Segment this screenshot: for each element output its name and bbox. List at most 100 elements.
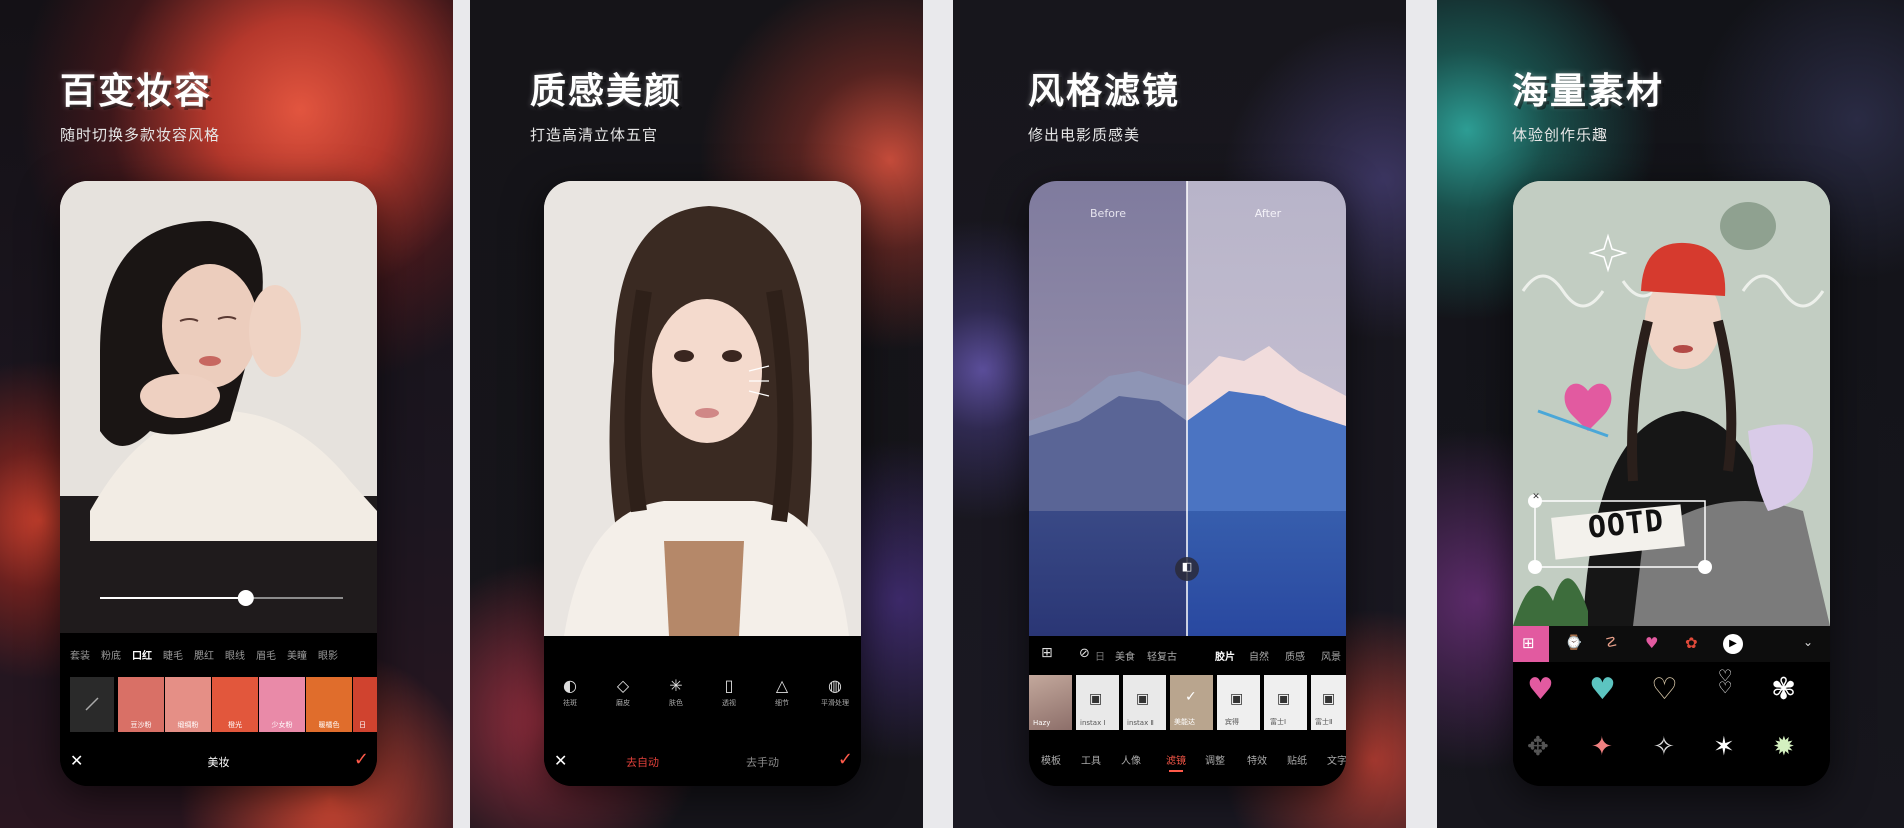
- tool-spot-remove[interactable]: ◐ 祛斑: [544, 676, 596, 708]
- flower-icon[interactable]: ✿: [1685, 634, 1698, 652]
- panel-subtitle: 体验创作乐趣: [1512, 126, 1609, 144]
- panel-title: 质感美颜: [530, 71, 683, 112]
- camera-icon: ▣: [1089, 691, 1103, 707]
- makeup-category-item[interactable]: 眼线: [225, 647, 256, 662]
- tool-skin-tone[interactable]: ✳ 肤色: [650, 676, 702, 708]
- panel-makeup: 百变妆容 随时切换多款妆容风格 套装 粉底 口红 睫毛 腮红 眼线 眉毛 美瞳 …: [0, 0, 453, 828]
- camera-icon: ▣: [1136, 691, 1150, 707]
- beauty-tools-row: ◐ 祛斑 ◇ 磨皮 ✳ 肤色 ▯ 透视 △ 细节 ◍ 平滑处理: [544, 636, 861, 736]
- sparkle-sticker[interactable]: ✶: [1713, 732, 1735, 762]
- makeup-category-item[interactable]: 眼影: [318, 647, 342, 662]
- compare-handle-icon[interactable]: ◧: [1179, 560, 1195, 573]
- ribbon-icon[interactable]: ☡: [1605, 635, 1618, 651]
- outline-heart-sticker[interactable]: ♡: [1651, 672, 1678, 707]
- lipstick-swatch[interactable]: 少女粉: [259, 677, 305, 732]
- pink-star-sticker[interactable]: ✦: [1591, 732, 1613, 762]
- panel-subtitle: 打造高清立体五官: [530, 126, 659, 144]
- filter-thumb-label: instax Ⅰ: [1080, 719, 1106, 727]
- filter-thumb[interactable]: ▣ instax Ⅱ: [1123, 675, 1166, 730]
- filter-thumb-row: Hazy ▣ instax Ⅰ ▣ instax Ⅱ ✓ 美能达 ▣ 宾得 ▣ …: [1029, 673, 1346, 733]
- intensity-slider-knob[interactable]: [237, 590, 254, 606]
- filter-thumb[interactable]: ▣ instax Ⅰ: [1076, 675, 1119, 730]
- filter-category-item[interactable]: 轻复古: [1147, 648, 1177, 663]
- makeup-category-item[interactable]: 粉底: [101, 647, 132, 662]
- outline-star-sticker[interactable]: ✧: [1653, 732, 1675, 762]
- filter-category-item[interactable]: 自然: [1249, 648, 1269, 663]
- tool-label: 平滑处理: [821, 699, 849, 707]
- filter-thumb-label: 宾得: [1225, 718, 1239, 726]
- editor-tab[interactable]: 人像: [1121, 752, 1141, 767]
- confirm-check-icon[interactable]: ✓: [838, 749, 853, 770]
- no-filter-icon[interactable]: ⊘: [1079, 646, 1090, 661]
- phone-screen: 套装 粉底 口红 睫毛 腮红 眼线 眉毛 美瞳 眼影 豆沙粉 缎绸粉 橙光 少女…: [60, 181, 377, 786]
- editor-tab-active[interactable]: 滤镜: [1166, 752, 1186, 767]
- none-swatch[interactable]: [70, 677, 114, 732]
- lipstick-swatch[interactable]: 豆沙粉: [118, 677, 164, 732]
- teal-heart-sticker[interactable]: ♥: [1589, 672, 1616, 707]
- lipstick-swatch[interactable]: 日: [353, 677, 377, 732]
- tool-smoothing[interactable]: ◍ 平滑处理: [809, 676, 861, 708]
- camera-icon: ▣: [1230, 691, 1244, 707]
- filter-thumb[interactable]: ▣ 富士Ⅱ: [1311, 675, 1346, 730]
- tool-detail[interactable]: △ 细节: [756, 676, 808, 708]
- filter-category-item[interactable]: 质感: [1285, 648, 1305, 663]
- filter-category-item[interactable]: 风景: [1321, 648, 1341, 663]
- pixel-heart-icon[interactable]: ♥: [1645, 634, 1658, 652]
- makeup-category-item-active[interactable]: 口红: [132, 647, 163, 662]
- play-icon[interactable]: ▶: [1723, 634, 1743, 654]
- makeup-category-item[interactable]: 眉毛: [256, 647, 287, 662]
- tool-perspective[interactable]: ▯ 透视: [703, 676, 755, 708]
- headline: 海量素材 体验创作乐趣: [1512, 62, 1664, 145]
- confirm-check-icon[interactable]: ✓: [354, 749, 369, 770]
- lipstick-swatch[interactable]: 缎绸粉: [165, 677, 211, 732]
- filter-thumb[interactable]: ▣ 宾得: [1217, 675, 1260, 730]
- makeup-category-item[interactable]: 腮红: [194, 647, 225, 662]
- camera-icon: ▣: [1322, 691, 1336, 707]
- editor-tab[interactable]: 调整: [1205, 752, 1225, 767]
- swatch-label: 日: [359, 721, 366, 729]
- manual-mode-button[interactable]: 去手动: [746, 754, 779, 770]
- filter-category-item[interactable]: 美食: [1115, 648, 1135, 663]
- filter-category-row: ⊞ ⊘ 日 美食 轻复古 胶片 自然 质感 风景: [1029, 636, 1346, 672]
- lipstick-swatch[interactable]: 橙光: [212, 677, 258, 732]
- chevron-down-icon[interactable]: ⌄: [1803, 635, 1813, 649]
- makeup-category-item[interactable]: 套装: [70, 647, 101, 662]
- filter-category-item-active[interactable]: 胶片: [1215, 648, 1235, 663]
- makeup-category-row: 套装 粉底 口红 睫毛 腮红 眼线 眉毛 美瞳 眼影: [60, 636, 377, 672]
- swatch-label: 少女粉: [271, 721, 293, 729]
- sticker-category-row: ⊞ ⌚ ☡ ♥ ✿ ▶ ⌄: [1513, 626, 1830, 662]
- filter-thumb-selected[interactable]: ✓ 美能达: [1170, 675, 1213, 730]
- editor-tab[interactable]: 文字: [1327, 752, 1346, 767]
- filter-thumb-label: 富士Ⅰ: [1270, 718, 1287, 726]
- butterfly-sticker[interactable]: ✥: [1527, 732, 1549, 762]
- sticker-delete-icon[interactable]: ✕: [1529, 492, 1543, 502]
- filter-thumb[interactable]: ▣ 富士Ⅰ: [1264, 675, 1307, 730]
- auto-mode-button[interactable]: 去自动: [626, 754, 659, 770]
- tool-label: 祛斑: [563, 699, 577, 707]
- close-icon[interactable]: ✕: [554, 751, 567, 770]
- lipstick-swatch[interactable]: 暖橘色: [306, 677, 352, 732]
- checker-heart-sticker[interactable]: ♥: [1527, 672, 1554, 707]
- makeup-category-item[interactable]: 睫毛: [163, 647, 194, 662]
- editor-tab[interactable]: 特效: [1247, 752, 1267, 767]
- filter-thumb[interactable]: Hazy: [1029, 675, 1072, 730]
- flower-sticker[interactable]: ✾: [1771, 672, 1796, 707]
- tool-smooth-skin[interactable]: ◇ 磨皮: [597, 676, 649, 708]
- editor-tab[interactable]: 工具: [1081, 752, 1101, 767]
- filter-category-item[interactable]: 日: [1095, 648, 1105, 663]
- bottom-action-bar: ✕ 去自动 去手动 ✓: [544, 738, 861, 786]
- watch-icon[interactable]: ⌚: [1565, 635, 1582, 651]
- bottom-action-bar: ✕ 美妆 ✓: [60, 738, 377, 786]
- editor-tab[interactable]: 模板: [1041, 752, 1061, 767]
- burst-sticker[interactable]: ✹: [1773, 732, 1795, 762]
- editor-tab-bar: 模板 工具 人像 滤镜 调整 特效 贴纸 文字: [1029, 738, 1346, 786]
- panel-title: 百变妆容: [60, 71, 213, 112]
- makeup-category-item[interactable]: 美瞳: [287, 647, 318, 662]
- hearts-chain-sticker[interactable]: ♡ ♡: [1718, 668, 1732, 696]
- tool-label: 肤色: [669, 699, 683, 707]
- panel-title: 风格滤镜: [1028, 71, 1181, 112]
- sticker-tab-active[interactable]: ⊞: [1513, 626, 1549, 662]
- grid-plus-icon[interactable]: ⊞: [1041, 645, 1053, 661]
- drops-icon: ◍: [828, 676, 842, 695]
- editor-tab[interactable]: 贴纸: [1287, 752, 1307, 767]
